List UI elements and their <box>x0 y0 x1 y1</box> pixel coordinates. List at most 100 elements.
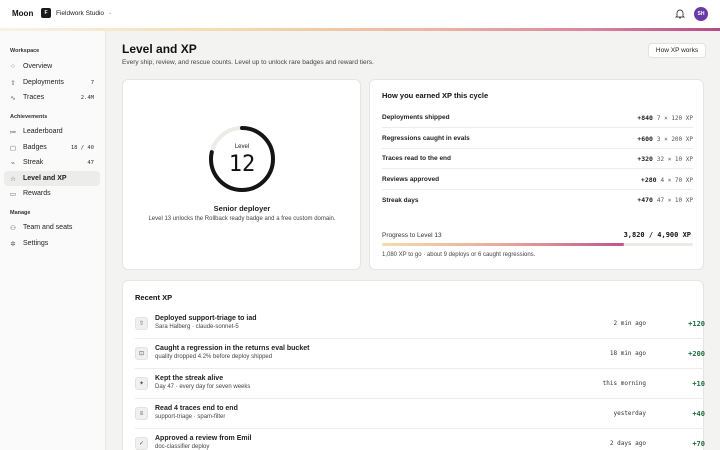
xp-source-name: Reviews approved <box>382 176 440 183</box>
list-item[interactable]: ✦ Kept the streak alive Day 47 · every d… <box>135 369 705 399</box>
list-item[interactable]: ⇧ Deployed support-triage to iad Sara Ha… <box>135 309 705 339</box>
list-item[interactable]: ≡ Read 4 traces end to end support-triag… <box>135 399 705 429</box>
gift-icon: ▭ <box>9 190 17 198</box>
sidebar-item-leaderboard[interactable]: ≔ Leaderboard <box>4 124 100 139</box>
activity-time: this morning <box>602 380 646 387</box>
progress-value: 3,820 / 4,900 XP <box>623 231 691 239</box>
wave-icon: ∿ <box>10 94 16 102</box>
recent-xp-title: Recent XP <box>135 293 173 302</box>
accent-bar <box>0 28 720 31</box>
xp-calc: 7 × 120 XP <box>656 114 693 122</box>
sidebar-item-badges[interactable]: ▢ Badges 18 / 40 <box>4 140 100 155</box>
sidebar-item-level-and-xp[interactable]: ☆ Level and XP <box>4 171 100 186</box>
progress-track <box>382 243 693 246</box>
sidebar-item-team-and-seats[interactable]: ⚇ Team and seats <box>4 220 100 235</box>
sidebar-item-label: Level and XP <box>23 175 67 182</box>
activity-detail: Sara Halberg · claude-sonnet-5 <box>155 324 239 330</box>
xp-calc: 4 × 70 XP <box>660 176 693 184</box>
flame-icon: ✦ <box>135 377 148 390</box>
app-logo[interactable]: Moon <box>12 9 33 18</box>
activity-title: Read 4 traces end to end <box>155 405 238 412</box>
progress-label: Progress to Level 13 <box>382 232 442 239</box>
sidebar-item-label: Badges <box>23 144 47 151</box>
xp-breakdown-row: Regressions caught in evals +600 3 × 200… <box>382 129 693 149</box>
bell-icon[interactable] <box>675 8 685 19</box>
workspace-badge: F <box>41 8 51 18</box>
rocket-icon: ⇧ <box>135 317 148 330</box>
level-label: Level <box>234 144 250 150</box>
xp-breakdown-row: Streak days +470 47 × 10 XP <box>382 190 693 210</box>
sidebar-section-workspace: Workspace <box>10 48 40 54</box>
sidebar-item-label: Team and seats <box>23 224 73 231</box>
activity-xp: +70 <box>692 440 705 448</box>
xp-calc: 32 × 10 XP <box>656 155 693 163</box>
activity-xp: +120 <box>688 320 705 328</box>
sidebar-item-count: 7 <box>90 79 94 86</box>
sidebar-item-rewards[interactable]: ▭ Rewards <box>4 186 100 201</box>
sidebar: Workspace ○ Overview ⇧ Deployments 7 ∿ T… <box>0 31 106 450</box>
progress-fill <box>382 243 625 246</box>
xp-amount: +280 <box>640 175 657 184</box>
sidebar-item-label: Leaderboard <box>23 128 63 135</box>
list-icon: ≡ <box>135 407 148 420</box>
activity-title: Kept the streak alive <box>155 375 224 382</box>
sidebar-item-label: Rewards <box>23 190 51 197</box>
flame-icon: ⌁ <box>11 159 15 167</box>
activity-title: Deployed support-triage to iad <box>155 315 257 322</box>
activity-detail: doc-classifier deploy <box>155 444 210 450</box>
top-bar: Moon F Fieldwork Studio ⌄ SH <box>0 0 720 29</box>
sidebar-item-deployments[interactable]: ⇧ Deployments 7 <box>4 75 100 90</box>
sidebar-item-count: 47 <box>87 159 94 166</box>
xp-amount: +320 <box>637 154 653 163</box>
activity-detail: Day 47 · every day for seven weeks <box>155 384 251 390</box>
sidebar-item-label: Overview <box>23 63 53 70</box>
activity-xp: +10 <box>692 380 705 388</box>
list-item[interactable]: ⊡ Caught a regression in the returns eva… <box>135 339 705 369</box>
how-xp-works-button[interactable]: How XP works <box>648 43 706 58</box>
xp-source-name: Regressions caught in evals <box>382 135 470 142</box>
xp-source-name: Deployments shipped <box>382 114 450 121</box>
page-title: Level and XP <box>122 42 197 56</box>
recent-xp-card: Recent XP ⇧ Deployed support-triage to i… <box>122 280 705 450</box>
sidebar-item-label: Traces <box>23 94 45 101</box>
activity-time: 2 min ago <box>613 320 646 327</box>
rank-title: Senior deployer <box>213 204 271 213</box>
xp-amount: +470 <box>637 196 653 204</box>
sidebar-item-overview[interactable]: ○ Overview <box>4 59 100 74</box>
people-icon: ⚇ <box>10 224 16 232</box>
xp-breakdown-title: How you earned XP this cycle <box>382 91 489 100</box>
check-icon: ✓ <box>135 437 148 450</box>
activity-title: Approved a review from Emil <box>155 435 252 442</box>
sidebar-item-streak[interactable]: ⌁ Streak 47 <box>4 155 100 170</box>
xp-amount: +600 <box>637 134 653 143</box>
activity-time: 2 days ago <box>609 440 646 447</box>
xp-source-name: Traces read to the end <box>382 155 451 162</box>
level-number: 12 <box>228 152 256 177</box>
circle-icon: ○ <box>11 63 15 70</box>
sidebar-item-count: 2.4M <box>80 94 94 101</box>
rocket-icon: ⇧ <box>10 79 16 87</box>
chevron-down-icon: ⌄ <box>108 10 113 16</box>
list-item[interactable]: ✓ Approved a review from Emil doc-classi… <box>135 429 705 450</box>
activity-time: yesterday <box>613 410 646 417</box>
sidebar-item-traces[interactable]: ∿ Traces 2.4M <box>4 90 100 105</box>
workspace-switcher[interactable]: F Fieldwork Studio ⌄ <box>41 8 112 18</box>
sidebar-item-label: Streak <box>23 159 44 166</box>
activity-detail: support-triage · spam-filter <box>155 414 226 420</box>
sidebar-section-achievements: Achievements <box>10 114 48 120</box>
activity-detail: quality dropped 4.2% before deploy shipp… <box>155 354 273 360</box>
xp-source-name: Streak days <box>382 196 419 204</box>
avatar[interactable]: SH <box>694 7 708 21</box>
xp-calc: 3 × 200 XP <box>656 135 693 143</box>
sidebar-item-label: Settings <box>23 240 49 247</box>
page-subtitle: Every ship, review, and rescue counts. L… <box>122 59 374 66</box>
progress-note: 1,080 XP to go · about 9 deploys or 6 ca… <box>382 252 536 258</box>
badge-icon: ▢ <box>9 144 17 152</box>
sidebar-item-label: Deployments <box>23 79 64 86</box>
workspace-name: Fieldwork Studio <box>56 9 105 17</box>
activity-time: 18 min ago <box>609 350 646 357</box>
xp-calc: 47 × 10 XP <box>656 197 693 204</box>
xp-breakdown-row: Traces read to the end +320 32 × 10 XP <box>382 149 693 169</box>
xp-breakdown-row: Deployments shipped +840 7 × 120 XP <box>382 108 693 128</box>
sidebar-item-settings[interactable]: ✲ Settings <box>4 236 100 251</box>
